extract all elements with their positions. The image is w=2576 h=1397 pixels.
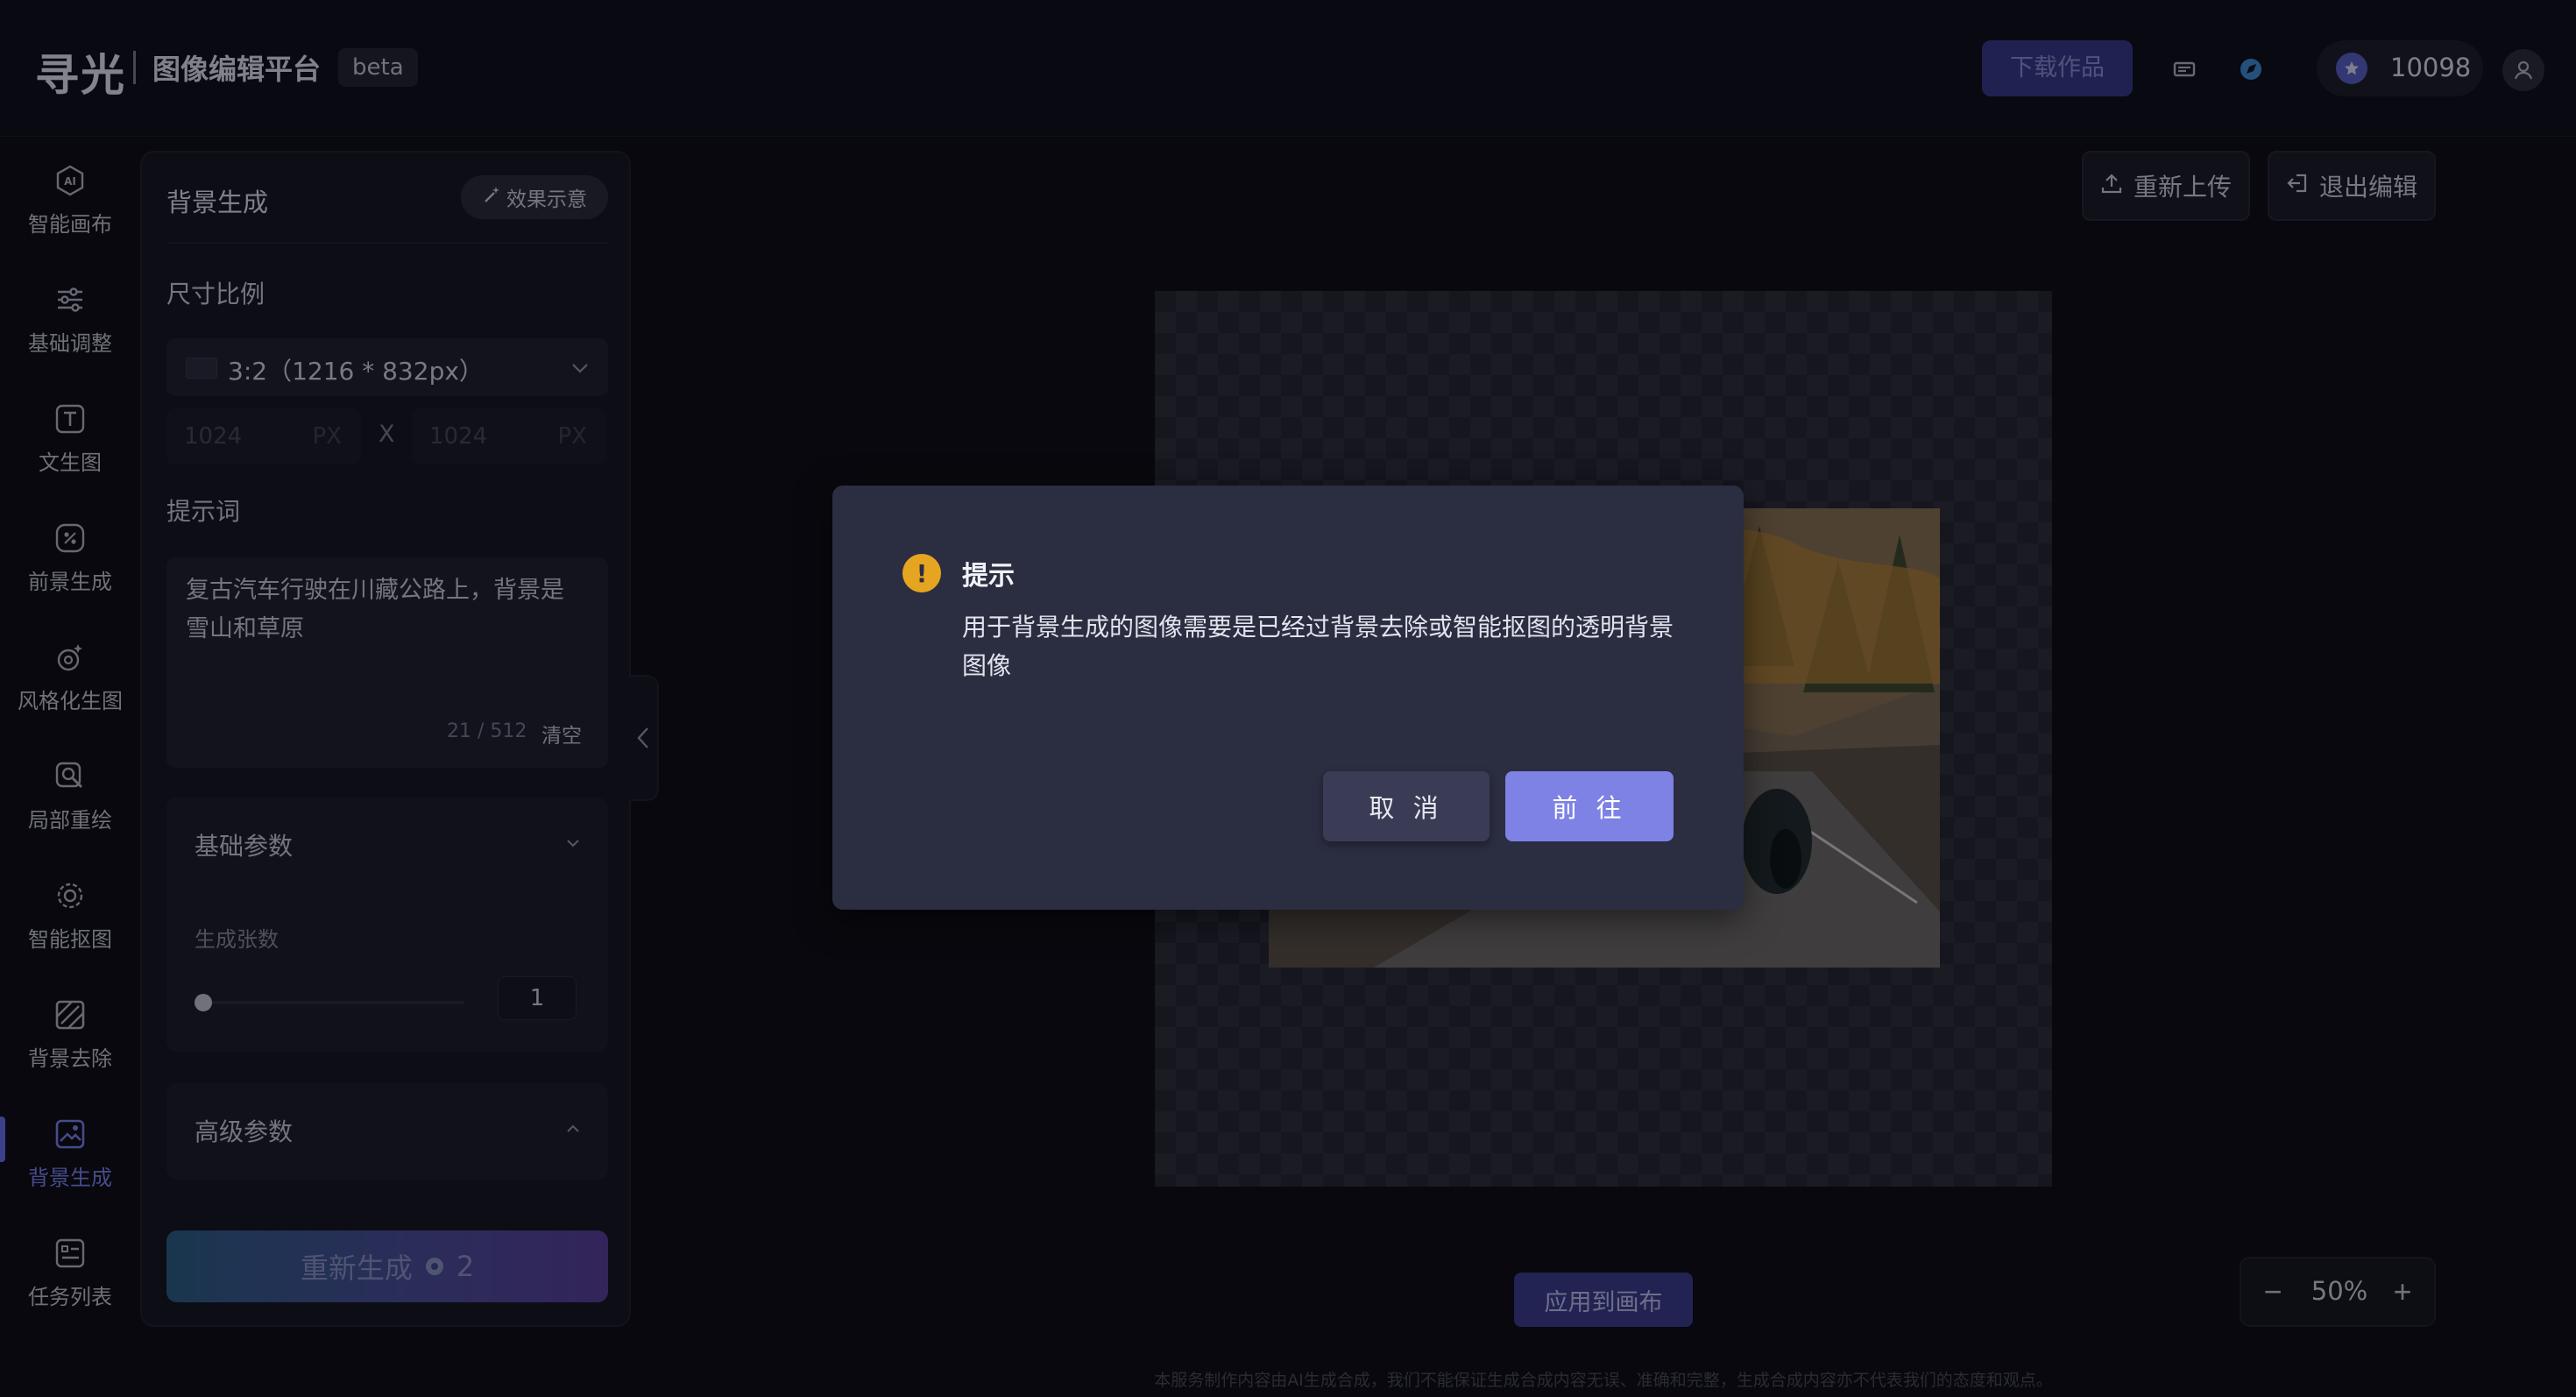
cancel-button[interactable]: 取 消: [1323, 771, 1490, 841]
go-button[interactable]: 前 往: [1505, 771, 1674, 841]
notice-dialog: ! 提示 用于背景生成的图像需要是已经过背景去除或智能抠图的透明背景图像 取 消…: [832, 486, 1744, 910]
dialog-title: 提示: [962, 561, 1015, 592]
dialog-message: 用于背景生成的图像需要是已经过背景去除或智能抠图的透明背景图像: [962, 613, 1674, 680]
warning-icon: !: [902, 554, 941, 592]
